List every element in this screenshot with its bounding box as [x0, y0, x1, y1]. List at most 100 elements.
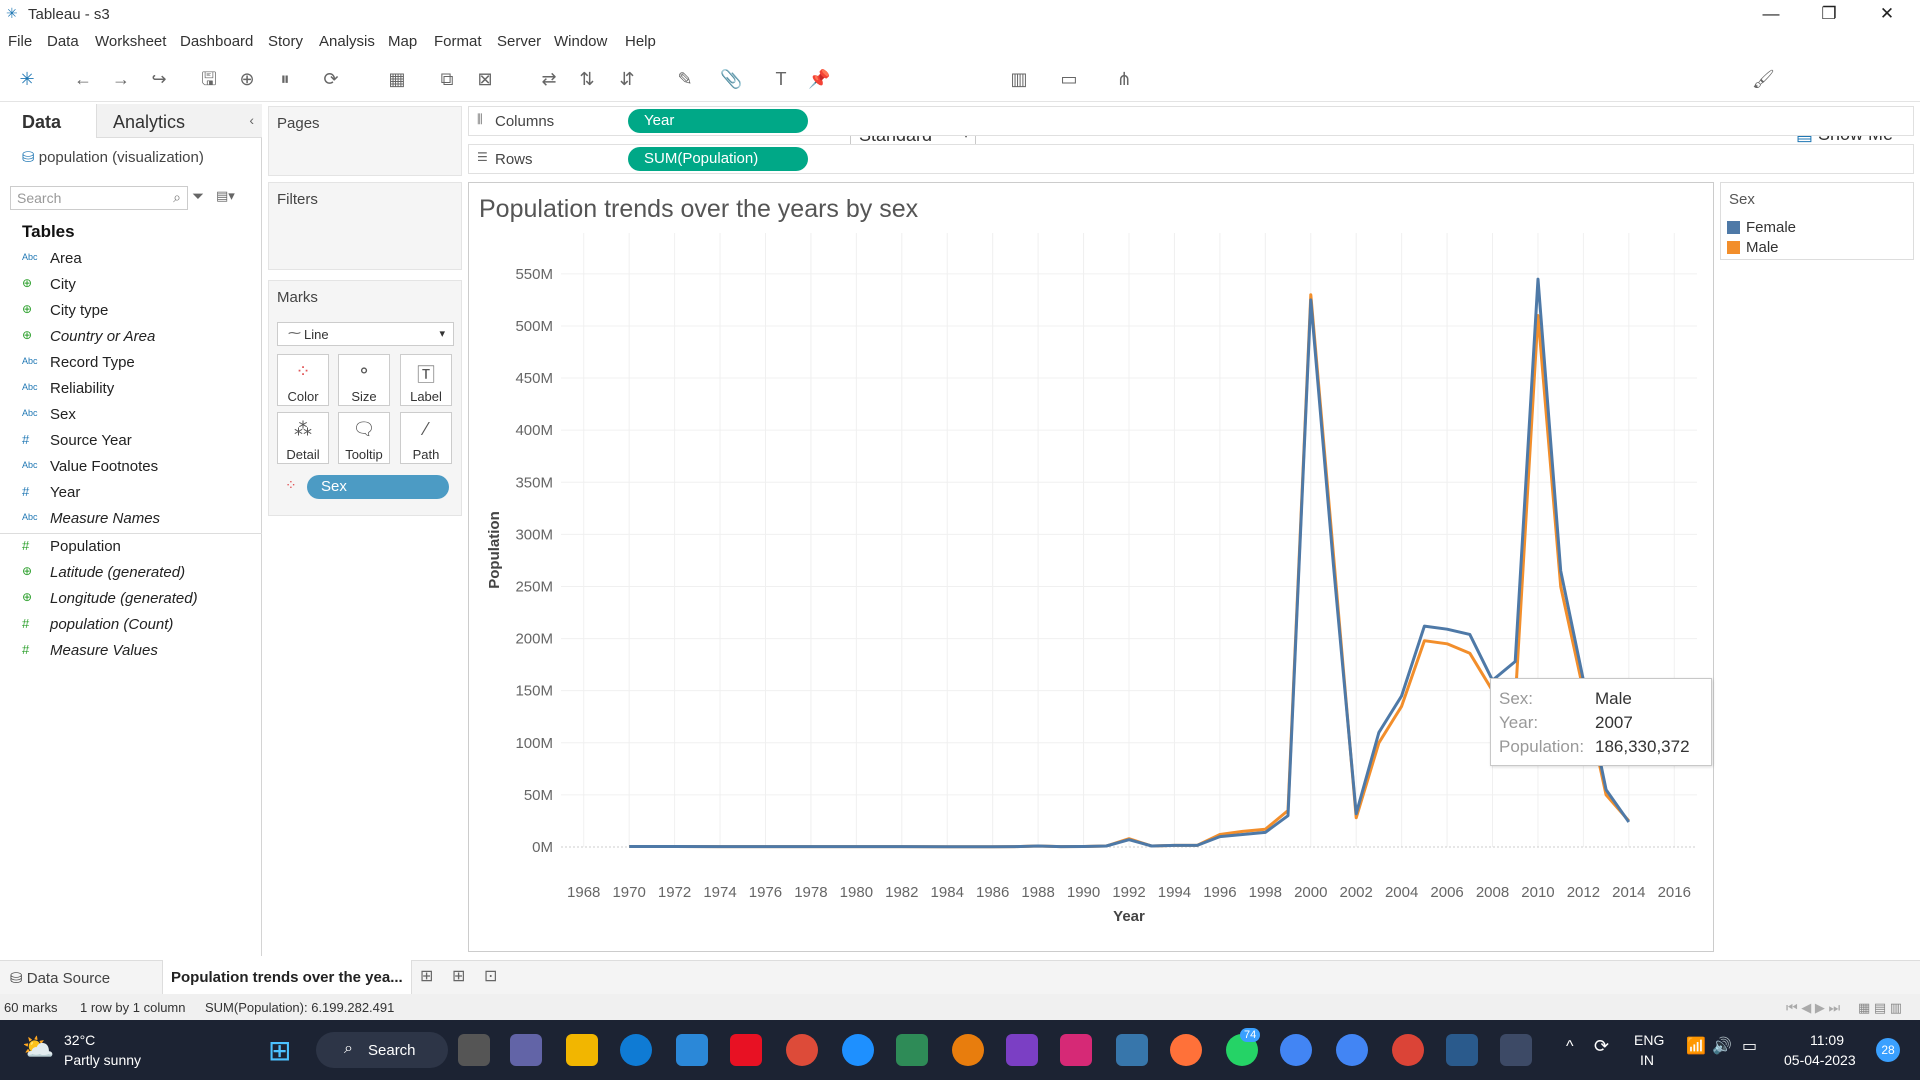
- new-datasource-icon[interactable]: ⊕: [236, 68, 258, 90]
- filter-icon[interactable]: ⏷: [192, 188, 204, 205]
- new-sheet-icon[interactable]: ⊞: [420, 966, 433, 986]
- tray-chevron-icon[interactable]: ^: [1566, 1038, 1574, 1056]
- field-item[interactable]: # Population: [0, 536, 260, 560]
- python-icon[interactable]: [1116, 1034, 1148, 1066]
- tab-analytics[interactable]: Analytics ‹: [96, 104, 262, 138]
- sex-pill[interactable]: Sex: [307, 475, 449, 499]
- field-item[interactable]: ⊕ Longitude (generated): [0, 588, 260, 612]
- detail-button[interactable]: ⁂ Detail: [277, 412, 329, 464]
- line-chart[interactable]: Population trends over the years by sex 1…: [469, 183, 1713, 951]
- population-pill[interactable]: SUM(Population): [628, 147, 808, 171]
- labels-icon[interactable]: T: [770, 68, 792, 90]
- edge-icon[interactable]: [620, 1034, 652, 1066]
- field-item[interactable]: ⊕ Latitude (generated): [0, 562, 260, 586]
- group-icon[interactable]: 📎: [720, 68, 742, 90]
- menu-window[interactable]: Window: [554, 33, 607, 50]
- store-icon[interactable]: [676, 1034, 708, 1066]
- sheet-sorter-icon[interactable]: ▦ ▤ ▥: [1858, 1000, 1902, 1016]
- start-icon[interactable]: ⊞: [268, 1034, 291, 1067]
- sort-asc-icon[interactable]: ⇅: [576, 68, 598, 90]
- replay-icon[interactable]: ↪: [148, 68, 170, 90]
- menu-story[interactable]: Story: [268, 33, 303, 50]
- tableau-taskbar-icon[interactable]: [1500, 1034, 1532, 1066]
- refresh-icon[interactable]: ⟳: [320, 68, 342, 90]
- label-button[interactable]: 🅃 Label: [400, 354, 452, 406]
- path-button[interactable]: ⁄ Path: [400, 412, 452, 464]
- firefox-icon[interactable]: [1170, 1034, 1202, 1066]
- teams-icon[interactable]: [510, 1034, 542, 1066]
- field-item[interactable]: # population (Count): [0, 614, 260, 638]
- size-button[interactable]: ⚬ Size: [338, 354, 390, 406]
- redo-icon[interactable]: →: [110, 68, 132, 90]
- menu-file[interactable]: File: [8, 33, 32, 50]
- pages-card[interactable]: Pages: [268, 106, 462, 176]
- show-cards-icon[interactable]: ▥: [1008, 68, 1030, 90]
- new-worksheet-icon[interactable]: ▦: [386, 68, 408, 90]
- paint-icon[interactable]: 🖌: [1752, 68, 1775, 90]
- color-button[interactable]: ⁘ Color: [277, 354, 329, 406]
- lang-primary[interactable]: ENG: [1634, 1032, 1664, 1048]
- sheet-nav-icon[interactable]: ⏮ ◀ ▶ ⏭: [1786, 1000, 1840, 1016]
- wifi-icon[interactable]: 📶: [1686, 1036, 1706, 1056]
- tableau-home-icon[interactable]: ✳: [16, 68, 38, 90]
- tab-sheet[interactable]: Population trends over the yea...: [162, 960, 412, 994]
- menu-help[interactable]: Help: [625, 33, 656, 50]
- menu-data[interactable]: Data: [47, 33, 79, 50]
- field-item[interactable]: ⊕ City type: [0, 300, 260, 324]
- field-item[interactable]: Abc Value Footnotes: [0, 456, 260, 480]
- volume-icon[interactable]: 🔊: [1712, 1036, 1732, 1056]
- field-item[interactable]: # Measure Values: [0, 640, 260, 664]
- undo-icon[interactable]: ←: [72, 68, 94, 90]
- file-explorer-icon[interactable]: [566, 1034, 598, 1066]
- collapse-icon[interactable]: ‹: [249, 112, 254, 128]
- menu-worksheet[interactable]: Worksheet: [95, 33, 166, 50]
- pause-updates-icon[interactable]: ⏸: [274, 68, 296, 90]
- menu-server[interactable]: Server: [497, 33, 541, 50]
- minimize-button[interactable]: —: [1748, 2, 1794, 26]
- sync-icon[interactable]: ⟳: [1594, 1036, 1609, 1057]
- notification-badge[interactable]: 28: [1876, 1038, 1900, 1062]
- field-item[interactable]: # Source Year: [0, 430, 260, 454]
- field-item[interactable]: Abc Area: [0, 248, 260, 272]
- filters-card[interactable]: Filters: [268, 182, 462, 270]
- clock-time[interactable]: 11:09: [1810, 1032, 1844, 1048]
- chrome-icon[interactable]: [786, 1034, 818, 1066]
- field-item[interactable]: Abc Measure Names: [0, 508, 260, 532]
- lang-secondary[interactable]: IN: [1640, 1052, 1654, 1068]
- clock-date[interactable]: 05-04-2023: [1784, 1052, 1856, 1068]
- field-item[interactable]: ⊕ Country or Area: [0, 326, 260, 350]
- menu-analysis[interactable]: Analysis: [319, 33, 375, 50]
- menu-map[interactable]: Map: [388, 33, 417, 50]
- duplicate-icon[interactable]: ⧉: [436, 68, 458, 90]
- menu-dashboard[interactable]: Dashboard: [180, 33, 253, 50]
- share-icon[interactable]: ⋔: [1113, 68, 1135, 90]
- presentation-icon[interactable]: ▭: [1058, 68, 1080, 90]
- tooltip-button[interactable]: 🗨 Tooltip: [338, 412, 390, 464]
- field-item[interactable]: # Year: [0, 482, 260, 506]
- view-options-icon[interactable]: ▤▾: [216, 188, 235, 204]
- restore-button[interactable]: ❐: [1806, 2, 1852, 26]
- close-button[interactable]: ✕: [1864, 2, 1910, 26]
- mark-type-select[interactable]: ⁓ Line ▾: [277, 322, 454, 346]
- field-item[interactable]: Abc Reliability: [0, 378, 260, 402]
- save-icon[interactable]: 🖫: [198, 68, 220, 90]
- field-item[interactable]: ⊕ City: [0, 274, 260, 298]
- highlight-icon[interactable]: ✎: [674, 68, 696, 90]
- instagram-icon[interactable]: [1060, 1034, 1092, 1066]
- datasource-item[interactable]: ⛁ population (visualization): [22, 148, 204, 166]
- field-item[interactable]: Abc Sex: [0, 404, 260, 428]
- task-view-icon[interactable]: [458, 1034, 490, 1066]
- legend-item-female[interactable]: Female: [1727, 219, 1796, 236]
- search-input[interactable]: Search ⌕: [10, 186, 188, 210]
- clear-sheet-icon[interactable]: ⊠: [474, 68, 496, 90]
- new-dashboard-icon[interactable]: ⊞: [452, 966, 465, 986]
- new-story-icon[interactable]: ⊡: [484, 966, 497, 986]
- pin-icon[interactable]: 📌: [808, 68, 830, 90]
- excel-icon[interactable]: [896, 1034, 928, 1066]
- field-item[interactable]: Abc Record Type: [0, 352, 260, 376]
- sort-desc-icon[interactable]: ⇵: [616, 68, 638, 90]
- help-icon[interactable]: [842, 1034, 874, 1066]
- chrome-profile-2-icon[interactable]: [1336, 1034, 1368, 1066]
- swap-icon[interactable]: ⇄: [538, 68, 560, 90]
- battery-icon[interactable]: ▭: [1742, 1036, 1757, 1056]
